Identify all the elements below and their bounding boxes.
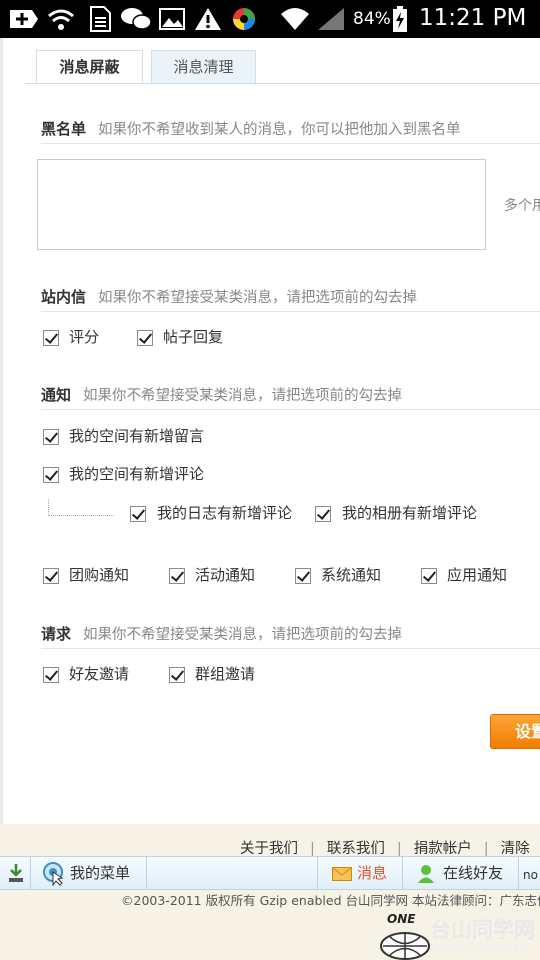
image-icon [159,8,185,30]
wechat-icon [121,8,152,30]
link-contact[interactable]: 联系我们 [327,841,385,857]
friend-icon [418,865,434,883]
watermark-brand: ONE [387,912,416,926]
watermark-url: www.75one.cn [430,940,529,954]
checkbox-space-message[interactable] [43,429,59,445]
request-header: 请求 如果你不希望接受某类消息，请把选项前的勾去掉 [41,623,402,644]
checkbox-friend-invite[interactable] [43,667,59,683]
footer-links: 关于我们 | 联系我们 | 捐款帐户 | 清除 [240,837,530,858]
link-separator: | [396,841,402,857]
blacklist-side-hint: 多个用 [504,198,540,214]
checkbox-blog-comment[interactable] [130,506,146,522]
signal-icon [318,8,344,30]
site-watermark: ONE 台山同学网 www.75one.cn [378,912,540,960]
checkbox-label: 评分 [69,328,100,346]
checkbox-label: 帖子回复 [163,328,224,346]
divider [41,143,540,144]
tree-connector [48,499,114,516]
divider [41,311,540,312]
toolbar-divider [146,857,147,889]
toolbar-divider [402,857,403,889]
link-separator: | [310,841,315,857]
messages-button[interactable]: 消息 [332,857,387,889]
mail-icon [332,867,352,881]
blacklist-header: 黑名单 如果你不希望收到某人的消息，你可以把他加入到黑名单 [41,118,461,139]
my-menu-label: 我的菜单 [70,864,131,882]
checkbox-label: 群组邀请 [195,665,256,683]
checkbox-activity[interactable] [169,568,185,584]
site-mail-desc: 如果你不希望接受某类消息，请把选项前的勾去掉 [98,290,418,306]
tab-divider [25,83,540,84]
checkbox-group-invite[interactable] [169,667,185,683]
toolbar-divider [30,857,31,889]
checkbox-label: 我的相册有新增评论 [342,504,478,522]
add-icon [10,10,38,28]
checkbox-app[interactable] [421,568,437,584]
link-donate[interactable]: 捐款帐户 [414,841,472,857]
checkbox-system[interactable] [295,568,311,584]
battery-percent: 84% [353,9,391,29]
blacklist-title: 黑名单 [41,120,87,138]
globe-logo-icon [380,932,430,960]
online-friends-label: 在线好友 [443,864,504,882]
checkbox-post-reply[interactable] [137,330,153,346]
wifi-icon [281,8,309,30]
wifi-call-icon [48,9,74,30]
my-menu-button[interactable]: 我的菜单 [42,857,130,889]
document-icon [90,6,111,32]
tab-message-block[interactable]: 消息屏蔽 [36,50,143,84]
menu-cursor-icon [43,862,64,886]
toolbar-divider [317,857,318,889]
blacklist-desc: 如果你不希望收到某人的消息，你可以把他加入到黑名单 [98,122,461,138]
checkbox-label: 活动通知 [195,566,256,584]
notice-header: 通知 如果你不希望接受某类消息，请把选项前的勾去掉 [41,384,402,405]
status-bar: 84% 11:21 PM [0,0,540,38]
checkbox-label: 我的日志有新增评论 [157,504,293,522]
request-title: 请求 [41,625,72,643]
copyright: ©2003-2011 版权所有 Gzip enabled 台山同学网 本站法律顾… [121,893,540,908]
notice-desc: 如果你不希望接受某类消息，请把选项前的勾去掉 [83,388,403,404]
settings-tabs: 消息屏蔽 消息清理 [3,38,540,84]
toolbar-divider [518,857,519,889]
message-settings-page: 消息屏蔽 消息清理 黑名单 如果你不希望收到某人的消息，你可以把他加入到黑名单 多… [0,38,540,824]
online-friends-button[interactable]: 在线好友 [417,857,503,889]
save-button[interactable]: 设置 [490,714,540,749]
app-logo-icon [233,8,255,30]
bottom-toolbar: 我的菜单 消息 在线好友 no [0,856,540,890]
notice-title: 通知 [41,386,72,404]
checkbox-label: 应用通知 [447,566,508,584]
checkbox-group-buy[interactable] [43,568,59,584]
warning-icon [195,8,221,30]
messages-label: 消息 [357,864,388,882]
download-icon[interactable] [8,863,24,883]
checkbox-label: 好友邀请 [69,665,130,683]
tab-message-cleanup[interactable]: 消息清理 [151,50,256,84]
clock: 11:21 PM [419,5,527,31]
checkbox-space-comment[interactable] [43,467,59,483]
blacklist-input[interactable] [37,159,486,250]
request-desc: 如果你不希望接受某类消息，请把选项前的勾去掉 [83,627,403,643]
site-mail-title: 站内信 [41,288,87,306]
link-separator: | [483,841,489,857]
divider [41,409,540,410]
link-about[interactable]: 关于我们 [240,841,298,857]
site-mail-header: 站内信 如果你不希望接受某类消息，请把选项前的勾去掉 [41,286,417,307]
checkbox-rating[interactable] [43,330,59,346]
checkbox-label: 团购通知 [69,566,130,584]
divider [41,648,540,649]
checkbox-label: 我的空间有新增留言 [69,427,205,445]
toolbar-extra: no [523,868,538,882]
checkbox-label: 我的空间有新增评论 [69,465,205,483]
checkbox-album-comment[interactable] [315,506,331,522]
checkbox-label: 系统通知 [321,566,382,584]
battery-icon [393,6,407,32]
link-clear[interactable]: 清除 [501,841,530,857]
